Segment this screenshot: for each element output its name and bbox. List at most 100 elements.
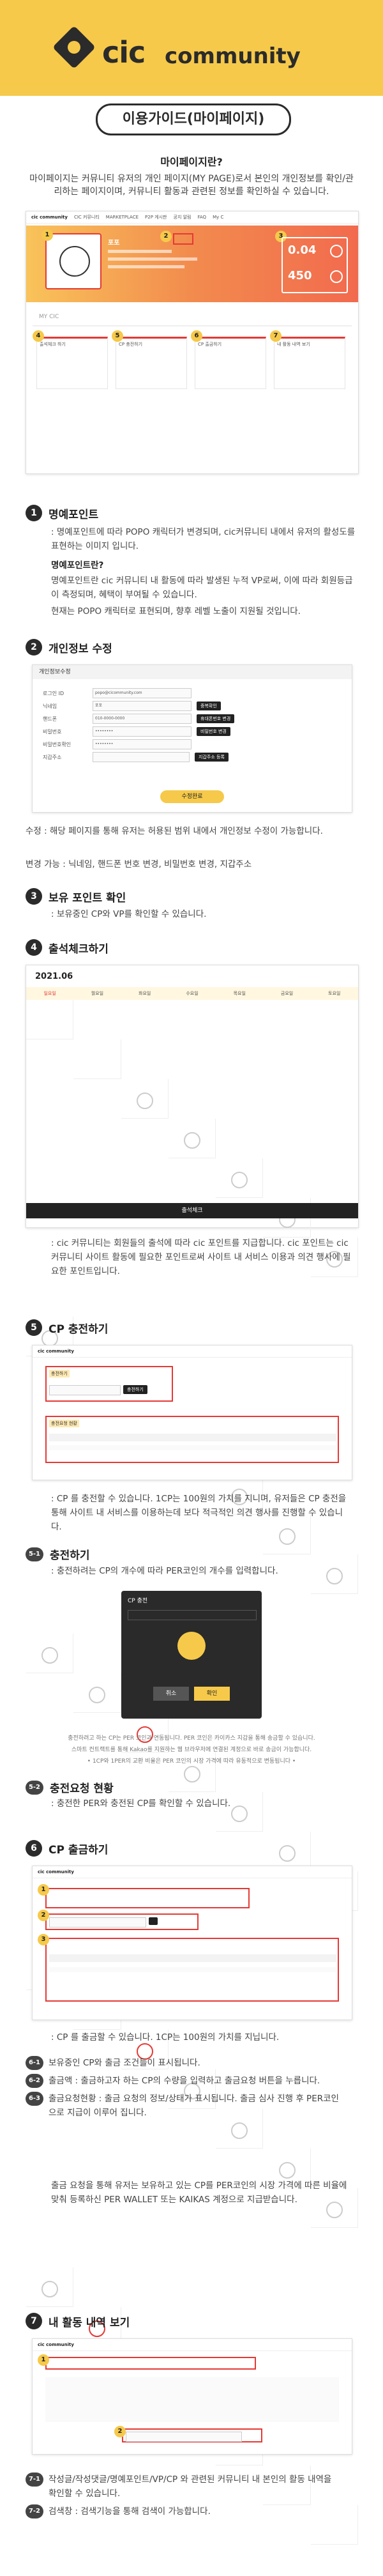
section-title: 충전하기 [50,1549,90,1562]
calendar-day [168,1119,216,1158]
mini-nav-item: P2P 게시판 [145,215,167,220]
section-6-note: 출금 요청을 통해 유저는 보유하고 있는 CP를 PER코인의 시장 가격에 … [51,2181,347,2205]
mini-nav: cic community CIC 커뮤니티 MARKETPLACE P2P 게… [26,211,358,224]
withdraw-status-box [45,1938,339,2002]
calendar-day [121,1079,169,1119]
withdraw-request-button[interactable] [149,1917,158,1925]
list-item: 7-2 검색창 : 검색기능을 통해 검색이 가능합니다. [26,2504,357,2518]
marker-6-1: 1 [38,1884,49,1896]
section-4-heading: 4 출석체크하기 [26,939,109,956]
mini-nav-item: My C [213,215,224,220]
stamp-icon [183,1132,200,1149]
field-value[interactable]: popo@cicommunity.com [93,688,192,698]
change-phone-button[interactable]: 휴대폰번호 변경 [197,714,235,723]
calendar-day [216,1158,264,1198]
card-label: CP 충전하기 [119,342,143,347]
mini-nav-item: MARKETPLACE [105,215,139,220]
stamp-icon [41,1647,59,1664]
field-label: 핸드폰 [43,716,57,722]
marker-7-2: 2 [114,2426,126,2437]
item-number: 6-2 [26,2074,43,2088]
field-password-confirm: 비밀번호확인 •••••••• [43,738,343,751]
divider [33,325,352,326]
stamp-icon [183,1766,200,1782]
section-7-items: 7-1 작성글/작성댓글/명예포인트/VP/CP 와 관련된 커뮤니티 내 본인의… [26,2472,357,2518]
mini-nav: cic community [33,1346,352,1358]
section-6-heading: 6 CP 출금하기 [26,1840,108,1857]
field-label: 닉네임 [43,703,57,709]
withdraw-input[interactable] [49,1917,146,1928]
modal-cancel-button[interactable]: 취소 [153,1687,189,1701]
field-login-id: 로그인 ID popo@cicommunity.com [43,687,343,700]
item-text: 보유중인 CP와 출금 조건들이 표시됩니다. [49,2058,200,2068]
item-number: 7-2 [26,2504,43,2518]
section-title: 명예포인트 [49,508,99,521]
register-wallet-button[interactable]: 지갑주소 등록 [195,753,229,762]
section-3-desc: : 보유중인 CP와 VP를 확인할 수 있습니다. [51,909,207,919]
card-activity: 내 활동 내역 보기 [274,337,345,389]
section-number: 4 [26,939,42,956]
weekday: 목요일 [233,991,246,996]
coin-icon [177,1632,206,1660]
section-5-1-heading: 5-1 충전하기 [26,1546,90,1562]
charge-modal: CP 충전 취소 확인 [121,1591,262,1719]
field-wallet: 지갑주소 지갑주소 등록 [43,751,343,763]
modal-confirm-button[interactable]: 확인 [194,1687,230,1701]
marker-5: 5 [112,330,123,342]
field-value[interactable]: •••••••• [93,726,192,737]
marker-6-2: 2 [38,1910,49,1921]
intro-heading: 마이페이지란? [160,156,223,168]
submit-button[interactable]: 수정완료 [160,790,224,803]
activity-screenshot: cic community 1 2 [32,2338,352,2455]
marker-7-1: 1 [38,2354,49,2366]
marker-7: 7 [270,330,282,342]
points-box: 0.04 450 [282,237,348,293]
section-title: 출석체크하기 [49,942,109,956]
card-cp-withdraw: CP 출금하기 [195,337,266,389]
marker-6: 6 [191,330,202,342]
section-7-heading: 7 내 활동 내역 보기 [26,2313,130,2329]
form-title: 개인정보수정 [33,665,352,679]
username: 포포 [108,240,120,247]
charge-button[interactable]: 충전하기 [123,1385,147,1394]
cp-charge-screenshot: cic community 충전하기 충전하기 충전요청 현황 [32,1345,352,1480]
stamp-icon [231,2122,248,2139]
field-label: 비밀번호 [43,728,62,735]
section-5-2-desc: : 충전한 PER와 충전된 CP를 확인할 수 있습니다. [51,1798,231,1809]
check-duplicate-button[interactable]: 중복확인 [197,702,221,710]
attendance-button[interactable]: 출석체크 [26,1203,358,1218]
change-password-button[interactable]: 비밀번호 변경 [197,727,230,736]
stamp-icon [136,1092,153,1109]
section-number: 3 [26,888,42,905]
search-input[interactable] [126,2432,242,2442]
avatar [45,233,101,289]
list-item: 6-2 출금액 : 출금하고자 하는 CP의 수량을 입력하고 출금요청 버튼을 … [26,2074,357,2088]
calendar-day [26,2267,74,2307]
weekday: 월요일 [91,991,104,996]
form-fields: 로그인 ID popo@cicommunity.com 닉네임 포포 중복확인 핸드폰… [43,687,343,763]
field-label: 비밀번호확인 [43,741,71,747]
section-title: 개인정보 수정 [49,642,112,656]
marker-6-3: 3 [38,1934,49,1945]
modal-input[interactable] [128,1610,257,1620]
section-number: 5-2 [26,1780,43,1795]
item-text: 출금요청현황 : 출금 요청의 정보/상태가 표시됩니다. 출금 심사 진행 후… [49,2094,339,2118]
logo-text: cic [102,35,146,70]
field-label: 로그인 ID [43,690,64,696]
field-value[interactable]: 포포 [93,701,192,711]
field-value[interactable]: 010-0000-0000 [93,714,192,724]
calendar-day [26,1000,74,1039]
section-5-heading: 5 CP 충전하기 [26,1319,108,1336]
field-value[interactable]: •••••••• [93,739,192,749]
item-number: 6-3 [26,2092,43,2106]
list-item: 7-1 작성글/작성댓글/명예포인트/VP/CP 와 관련된 커뮤니티 내 본인의… [26,2472,357,2501]
card-attendance: 출석체크 하기 [36,337,108,389]
field-value[interactable] [93,752,190,762]
charge-box: 충전하기 충전하기 [45,1366,173,1402]
charge-input[interactable] [49,1385,121,1395]
page-title: 이용가이드(마이페이지) [96,103,291,135]
withdraw-conditions-box [45,1888,250,1908]
edit-highlight [173,233,193,245]
section-number: 5 [26,1319,42,1336]
item-text: 출금액 : 출금하고자 하는 CP의 수량을 입력하고 출금요청 버튼을 누릅니… [49,2076,320,2086]
